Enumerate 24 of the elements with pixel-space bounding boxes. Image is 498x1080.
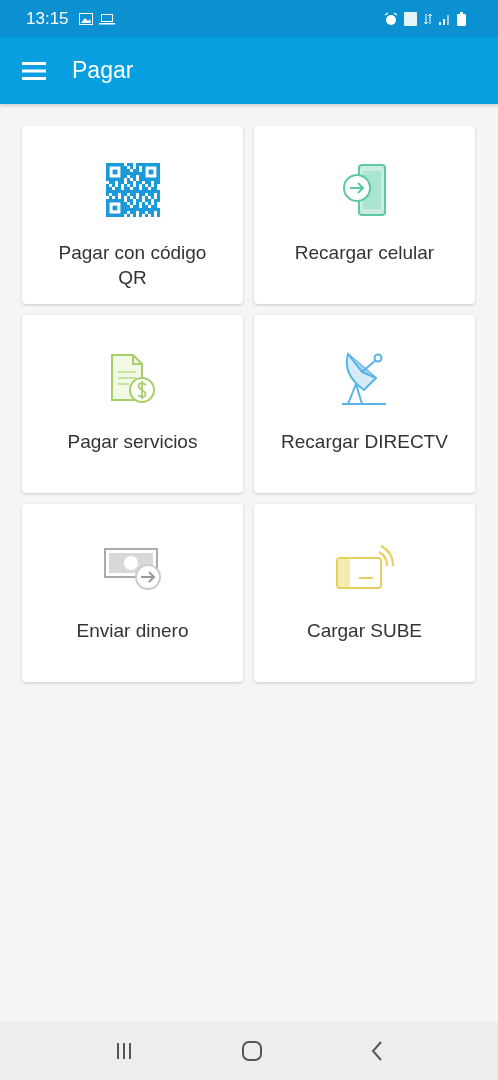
battery-icon [457, 11, 466, 26]
signal-icon [439, 12, 451, 25]
option-card[interactable]: Pagar servicios [22, 315, 243, 493]
menu-icon [22, 61, 46, 80]
home-icon [242, 1041, 262, 1061]
menu-button[interactable] [22, 61, 46, 80]
option-card[interactable]: Pagar con código QR [22, 126, 243, 304]
contactless-card-icon [334, 544, 395, 592]
data-arrows-icon [423, 11, 433, 26]
banknote-arrow-icon [102, 545, 163, 591]
alarm-icon [384, 11, 398, 26]
option-card[interactable]: Recargar DIRECTV [254, 315, 475, 493]
screen-title: Pagar [72, 57, 134, 84]
option-card[interactable]: Recargar celular [254, 126, 475, 304]
image-icon [78, 12, 93, 25]
option-card[interactable]: Enviar dinero [22, 504, 243, 682]
laptop-icon [98, 12, 115, 25]
clock-time: 13:15 [26, 8, 69, 29]
phone-arrow-icon [341, 163, 388, 217]
invoice-dollar-icon [108, 352, 157, 406]
option-card[interactable]: Cargar SUBE [254, 504, 475, 682]
back-icon [371, 1041, 384, 1061]
qr-code-icon [105, 163, 160, 217]
recent-apps-icon [114, 1042, 133, 1060]
